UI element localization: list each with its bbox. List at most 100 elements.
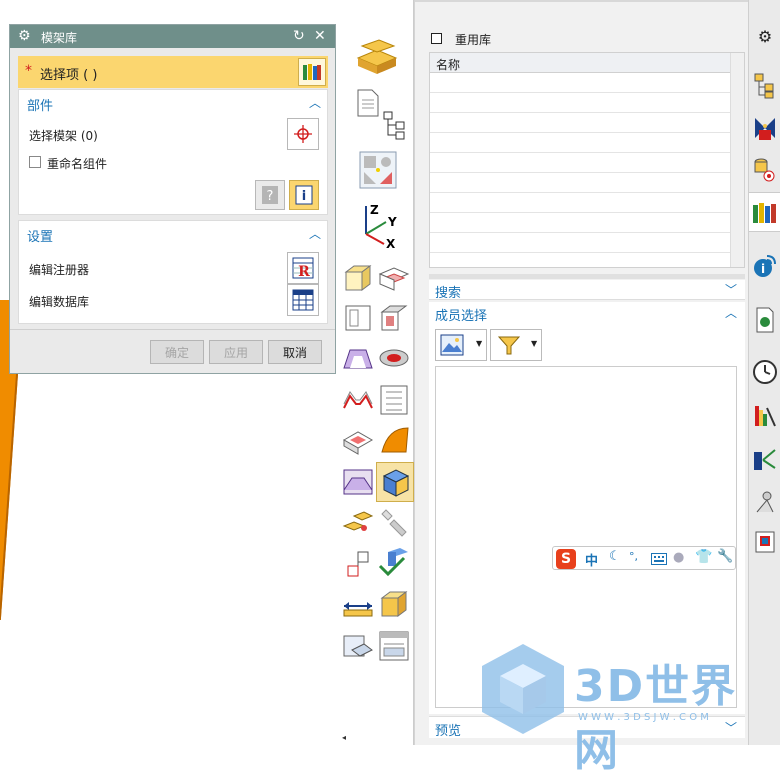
help-button[interactable]: ? <box>255 180 285 210</box>
web-info-icon[interactable]: i <box>751 252 779 280</box>
ime-language[interactable]: 中 <box>585 550 598 569</box>
picture-icon <box>440 334 464 356</box>
required-marker: * <box>25 63 32 79</box>
user-icon[interactable]: ● <box>673 550 684 565</box>
gear-icon: ⚙ <box>18 28 31 44</box>
checklist-icon[interactable] <box>378 384 410 416</box>
sheet-surface-icon[interactable] <box>378 424 410 456</box>
select-mold-label: 选择模架 (0) <box>29 129 98 143</box>
watermark-url: W W W . 3 D S J W . C O M <box>578 712 709 723</box>
constraint-navigator-icon[interactable] <box>751 114 779 142</box>
insert-box-icon[interactable] <box>378 302 410 334</box>
select-mold-button[interactable] <box>287 118 319 150</box>
grid-header: 名称 <box>430 53 730 73</box>
library-books-button[interactable] <box>298 58 326 86</box>
layout-icon[interactable] <box>378 262 410 294</box>
check-design-icon[interactable] <box>378 546 410 578</box>
dropdown-arrow-icon: ▼ <box>476 339 483 348</box>
standard-parts-icon[interactable] <box>342 506 374 538</box>
wrench-icon[interactable]: 🔧 <box>717 549 733 564</box>
trim-region-icon[interactable] <box>342 466 374 498</box>
tab-reuse-library[interactable] <box>749 192 780 232</box>
surface-patch-icon[interactable] <box>342 342 374 374</box>
initialize-project-icon[interactable] <box>354 32 400 78</box>
search-section[interactable]: 搜索 ﹀ <box>429 280 745 301</box>
bill-of-materials-icon[interactable] <box>378 630 410 662</box>
divider <box>10 329 335 330</box>
chevron-down-icon[interactable]: ﹀ <box>725 281 737 298</box>
splitter[interactable] <box>429 274 745 279</box>
library-window-icon[interactable] <box>431 33 442 44</box>
chevron-up-icon[interactable]: ︿ <box>309 94 321 111</box>
search-label: 搜索 <box>435 286 462 301</box>
assembly-tree-icon[interactable] <box>380 108 412 140</box>
sub-insert-icon[interactable] <box>342 548 374 580</box>
color-palette-icon[interactable] <box>751 402 779 430</box>
measure-icon[interactable] <box>342 590 374 622</box>
grid-scrollbar[interactable] <box>730 53 744 267</box>
drawing-icon[interactable] <box>342 630 374 662</box>
reset-icon[interactable]: ↻ <box>293 28 305 44</box>
filter-icon <box>497 336 521 355</box>
moon-icon[interactable]: ☾ <box>609 549 621 564</box>
ime-toolbar[interactable]: S 中 ☾ °, ● 👕 🔧 <box>552 546 736 570</box>
assembly-navigator-icon[interactable] <box>751 72 779 100</box>
member-select-label: 成员选择 <box>435 309 488 324</box>
dropdown-arrow-icon: ▼ <box>531 339 538 348</box>
table-row[interactable] <box>430 193 730 213</box>
parting-line-icon[interactable] <box>342 384 374 416</box>
rename-checkbox[interactable] <box>29 156 41 168</box>
panel-top-border <box>415 0 749 2</box>
selection-row[interactable]: * 选择项 ( ) <box>18 56 328 88</box>
crosshair-icon <box>294 125 312 143</box>
system-materials-icon[interactable] <box>751 446 779 474</box>
column-name-header[interactable]: 名称 <box>436 56 460 73</box>
bolt-icon[interactable] <box>378 506 410 538</box>
table-row[interactable] <box>430 173 730 193</box>
table-row[interactable] <box>430 73 730 93</box>
edit-register-button[interactable]: R <box>287 252 319 284</box>
table-row[interactable] <box>430 233 730 253</box>
bounding-box-icon[interactable] <box>378 588 410 620</box>
chevron-up-icon[interactable]: ︿ <box>309 225 321 242</box>
table-row[interactable] <box>430 113 730 133</box>
cancel-button[interactable]: 取消 <box>268 340 322 364</box>
mesh-icon[interactable] <box>342 424 374 456</box>
spreadsheet-icon <box>292 289 314 311</box>
workpiece-box-icon[interactable] <box>342 262 374 294</box>
settings-gear-icon[interactable]: ⚙ <box>751 22 779 50</box>
preview-label: 预览 <box>435 724 462 739</box>
part-navigator-icon[interactable] <box>751 156 779 184</box>
selection-label: 选择项 ( ) <box>40 68 98 83</box>
ok-button[interactable]: 确定 <box>150 340 204 364</box>
settings-section: 设置 ︿ 编辑注册器 R 编辑数据库 <box>18 220 328 324</box>
pocket-icon[interactable] <box>342 302 374 334</box>
chevron-up-icon[interactable]: ︿ <box>725 304 737 321</box>
table-row[interactable] <box>430 133 730 153</box>
edit-database-label: 编辑数据库 <box>29 295 90 309</box>
table-row[interactable] <box>430 213 730 233</box>
mold-cavity-icon[interactable] <box>380 466 412 498</box>
view-mode-dropdown[interactable]: ▼ <box>435 329 487 361</box>
close-icon[interactable]: ✕ <box>314 28 326 44</box>
watermark-logo-icon <box>482 644 564 734</box>
parting-surface-icon[interactable] <box>378 342 410 374</box>
apply-button[interactable]: 应用 <box>209 340 263 364</box>
workpiece-icon[interactable] <box>358 150 398 190</box>
csys-icon[interactable]: ZYX <box>356 200 400 250</box>
roles-icon[interactable] <box>751 528 779 556</box>
clock-icon[interactable] <box>751 358 779 386</box>
filter-dropdown[interactable]: ▼ <box>490 329 542 361</box>
history-page-icon[interactable] <box>751 306 779 334</box>
process-studio-icon[interactable] <box>751 488 779 516</box>
svg-text:Y: Y <box>387 215 397 229</box>
scroll-left-arrow[interactable]: ◂ <box>342 733 346 742</box>
table-row[interactable] <box>430 93 730 113</box>
table-row[interactable] <box>430 153 730 173</box>
library-grid[interactable]: 名称 <box>429 52 745 268</box>
skin-icon[interactable]: 👕 <box>695 549 712 565</box>
ime-punctuation[interactable]: °, <box>629 550 638 563</box>
info-button[interactable]: i <box>289 180 319 210</box>
keyboard-icon[interactable] <box>651 553 667 565</box>
edit-database-button[interactable] <box>287 284 319 316</box>
